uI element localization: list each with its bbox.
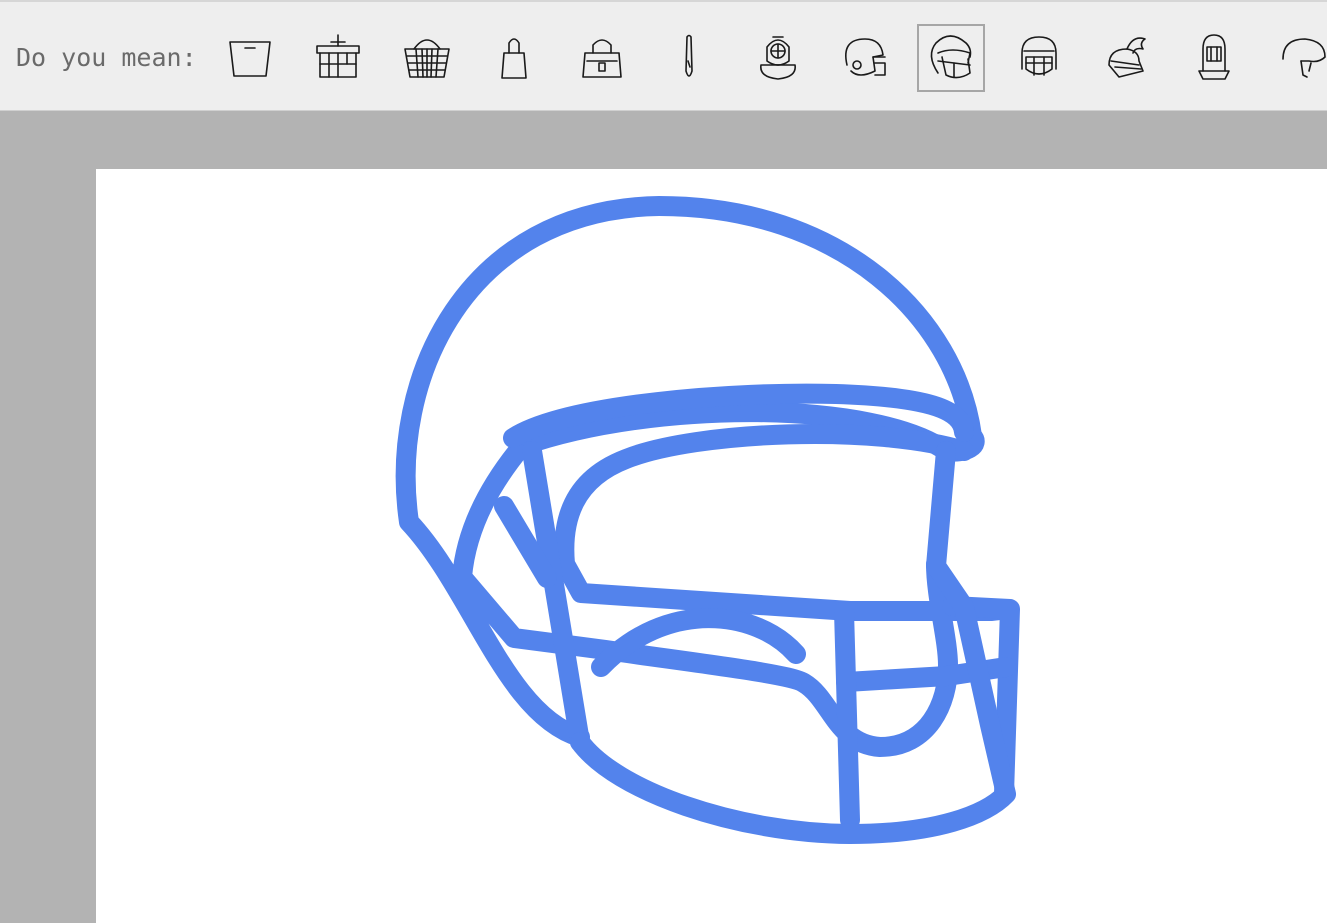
football-helmet-front-icon [1021,36,1057,76]
suggestion-bar: Do you mean: [0,0,1327,111]
facemask-center-post [834,601,860,830]
bike-helmet-icon [1282,38,1326,78]
suggestion-picnic-basket[interactable] [304,24,372,92]
suggestion-plumed-knight-helmet[interactable] [1092,24,1160,92]
football-helmet-icon [930,35,972,79]
wicker-basket-icon [404,39,450,78]
suggestion-bucket-bag[interactable] [216,24,284,92]
suggestion-football-helmet-side[interactable] [830,24,898,92]
suggestion-tote-bag[interactable] [480,24,548,92]
suggestion-prompt: Do you mean: [16,43,197,72]
handbag-icon [582,39,622,78]
suggestion-football-helmet[interactable] [917,24,985,92]
suggestion-wicker-basket[interactable] [393,24,461,92]
suggestion-bike-helmet[interactable] [1268,24,1327,92]
picnic-basket-icon [316,34,360,78]
knight-helmet-icon [1198,34,1230,80]
drawing-canvas[interactable] [96,169,1327,923]
plumed-knight-helmet-icon [1108,37,1146,78]
suggestion-football-helmet-front[interactable] [1005,24,1073,92]
diving-helmet-icon [760,36,796,80]
helmet-sketch [395,196,1020,844]
tote-bag-icon [501,38,527,79]
suggestion-knight-helmet[interactable] [1180,24,1248,92]
suggestion-handbag[interactable] [568,24,636,92]
football-helmet-side-icon [845,38,886,76]
suggestion-diving-helmet[interactable] [744,24,812,92]
suggestion-slim-bag[interactable] [655,24,723,92]
slim-bag-icon [685,34,693,77]
helmet-shell-stroke [395,196,985,757]
bucket-bag-icon [229,41,271,77]
